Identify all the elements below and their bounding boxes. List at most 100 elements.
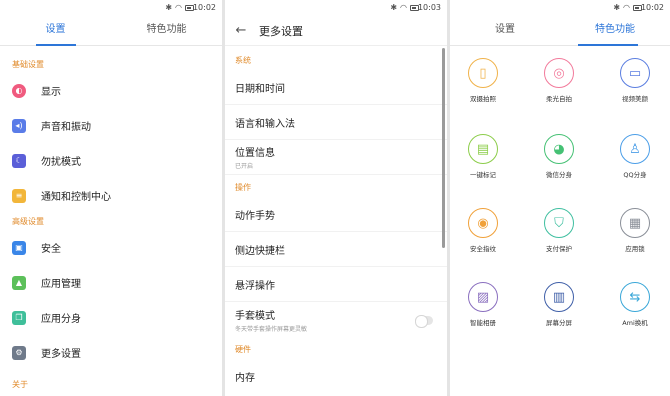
status-bar: ✱ ◠ 10:02 <box>450 0 670 16</box>
fingerprint-icon: ◉ <box>468 208 498 238</box>
settings-panel: ✱ ◠ 10:02 设置 特色功能 基础设置 ◐ 显示 ◂) 声音和振动 ☾ 勿… <box>0 0 222 396</box>
settings-item-apps[interactable]: ▲ 应用管理 <box>0 265 222 300</box>
page-title: 更多设置 <box>259 24 303 38</box>
clone-icon: ❐ <box>12 310 26 325</box>
feature-split-screen[interactable]: ▥ 屏幕分屏 <box>529 282 589 327</box>
feature-soft-light-selfie[interactable]: ◎ 柔光自拍 <box>529 58 589 103</box>
mark-icon: ▤ <box>468 134 498 164</box>
settings-item-floating[interactable]: 悬浮操作 <box>225 267 447 302</box>
section-title-about: 关于 <box>12 380 28 389</box>
wifi-icon: ◠ <box>400 3 407 12</box>
section-title-hardware: 硬件 <box>235 345 251 354</box>
tab-settings[interactable]: 设置 <box>0 16 111 45</box>
settings-item-label: 侧边快捷栏 <box>235 245 285 257</box>
page-header: ← 更多设置 <box>225 16 447 46</box>
settings-item-memory[interactable]: 内存 <box>225 359 447 394</box>
feature-ami-transfer[interactable]: ⇆ Ami换机 <box>605 282 665 327</box>
settings-item-label: 应用分身 <box>41 314 81 325</box>
video-beauty-icon: ▭ <box>620 58 650 88</box>
feature-label: 视频美颜 <box>622 95 648 103</box>
feature-wechat-clone[interactable]: ◕ 微信分身 <box>529 134 589 179</box>
feature-video-beauty[interactable]: ▭ 视频美颜 <box>605 58 665 103</box>
settings-item-label: 显示 <box>41 87 61 98</box>
feature-label: 安全指纹 <box>470 245 496 253</box>
settings-item-label: 内存 <box>235 373 255 384</box>
phone-transfer-icon: ⇆ <box>620 282 650 312</box>
settings-item-label: 悬浮操作 <box>235 280 275 292</box>
lock-icon: ▣ <box>12 240 26 255</box>
section-title-basic: 基础设置 <box>12 60 44 69</box>
more-settings-panel: ✱ ◠ 10:03 ← 更多设置 系统 日期和时间 语言和输入法 位置信息 已开… <box>225 0 447 396</box>
settings-item-subtitle: 已开启 <box>235 163 254 170</box>
settings-item-label: 安全 <box>41 244 61 255</box>
sound-icon: ◂) <box>12 118 26 133</box>
status-icons: ✱ ◠ <box>390 3 419 12</box>
settings-item-date-time[interactable]: 日期和时间 <box>225 70 447 105</box>
feature-label: 应用锁 <box>625 245 645 253</box>
settings-item-label: 语言和输入法 <box>235 118 295 130</box>
status-icons: ✱ ◠ <box>613 3 642 12</box>
settings-item-label: 动作手势 <box>235 210 275 222</box>
feature-dual-camera[interactable]: ▯ 双摄拍照 <box>453 58 513 103</box>
wechat-icon: ◕ <box>544 134 574 164</box>
feature-smart-album[interactable]: ▨ 智能相册 <box>453 282 513 327</box>
feature-label: QQ分身 <box>623 171 647 179</box>
feature-app-lock[interactable]: ▦ 应用锁 <box>605 208 665 253</box>
section-title-operation: 操作 <box>235 183 251 192</box>
settings-item-app-clone[interactable]: ❐ 应用分身 <box>0 300 222 335</box>
bluetooth-icon: ✱ <box>613 3 621 12</box>
app-lock-icon: ▦ <box>620 208 650 238</box>
feature-secure-fingerprint[interactable]: ◉ 安全指纹 <box>453 208 513 253</box>
settings-item-dnd[interactable]: ☾ 勿扰模式 <box>0 143 222 178</box>
settings-item-location[interactable]: 位置信息 已开启 <box>225 140 447 175</box>
active-tab-indicator <box>36 44 76 46</box>
bluetooth-icon: ✱ <box>390 3 398 12</box>
tab-bar: 设置 特色功能 <box>450 16 670 46</box>
tab-settings[interactable]: 设置 <box>450 16 560 45</box>
status-icons: ✱ ◠ <box>165 3 194 12</box>
settings-item-glove-mode[interactable]: 手套模式 冬天带手套操作屏幕更灵敏 <box>225 302 447 337</box>
settings-item-sound[interactable]: ◂) 声音和振动 <box>0 108 222 143</box>
settings-item-gestures[interactable]: 动作手势 <box>225 197 447 232</box>
settings-item-more[interactable]: ⚙ 更多设置 <box>0 335 222 370</box>
qq-icon: ♙ <box>620 134 650 164</box>
tab-bar: 设置 特色功能 <box>0 16 222 46</box>
settings-item-language[interactable]: 语言和输入法 <box>225 105 447 140</box>
split-screen-icon: ▥ <box>544 282 574 312</box>
tab-features[interactable]: 特色功能 <box>560 16 670 45</box>
feature-one-key-mark[interactable]: ▤ 一键标记 <box>453 134 513 179</box>
feature-label: 智能相册 <box>470 319 496 327</box>
settings-item-label: 声音和振动 <box>41 122 91 133</box>
smart-album-icon: ▨ <box>468 282 498 312</box>
android-icon: ▲ <box>12 275 26 290</box>
feature-label: Ami换机 <box>622 319 648 327</box>
glove-mode-toggle[interactable] <box>415 315 433 328</box>
feature-label: 支付保护 <box>546 245 572 253</box>
display-icon: ◐ <box>12 83 26 98</box>
settings-item-label: 通知和控制中心 <box>41 192 111 203</box>
moon-icon: ☾ <box>12 153 26 168</box>
wifi-icon: ◠ <box>623 3 630 12</box>
payment-shield-icon: ⛉ <box>544 208 574 238</box>
selfie-camera-icon: ◎ <box>544 58 574 88</box>
wifi-icon: ◠ <box>175 3 182 12</box>
section-title-advanced: 高级设置 <box>12 217 44 226</box>
settings-item-notifications[interactable]: ≡ 通知和控制中心 <box>0 178 222 213</box>
settings-item-security[interactable]: ▣ 安全 <box>0 230 222 265</box>
status-bar: ✱ ◠ 10:02 <box>0 0 222 16</box>
status-bar: ✱ ◠ 10:03 <box>225 0 447 16</box>
feature-label: 柔光自拍 <box>546 95 572 103</box>
back-arrow-icon[interactable]: ← <box>225 23 253 38</box>
notification-icon: ≡ <box>12 188 26 203</box>
feature-payment-protection[interactable]: ⛉ 支付保护 <box>529 208 589 253</box>
scrollbar[interactable] <box>442 48 445 248</box>
settings-item-display[interactable]: ◐ 显示 <box>0 73 222 108</box>
dual-camera-icon: ▯ <box>468 58 498 88</box>
status-time: 10:02 <box>192 3 216 12</box>
feature-label: 一键标记 <box>470 171 496 179</box>
section-title-system: 系统 <box>235 56 251 65</box>
settings-item-side-bar[interactable]: 侧边快捷栏 <box>225 232 447 267</box>
tab-features[interactable]: 特色功能 <box>111 16 222 45</box>
active-tab-indicator <box>578 44 638 46</box>
feature-qq-clone[interactable]: ♙ QQ分身 <box>605 134 665 179</box>
